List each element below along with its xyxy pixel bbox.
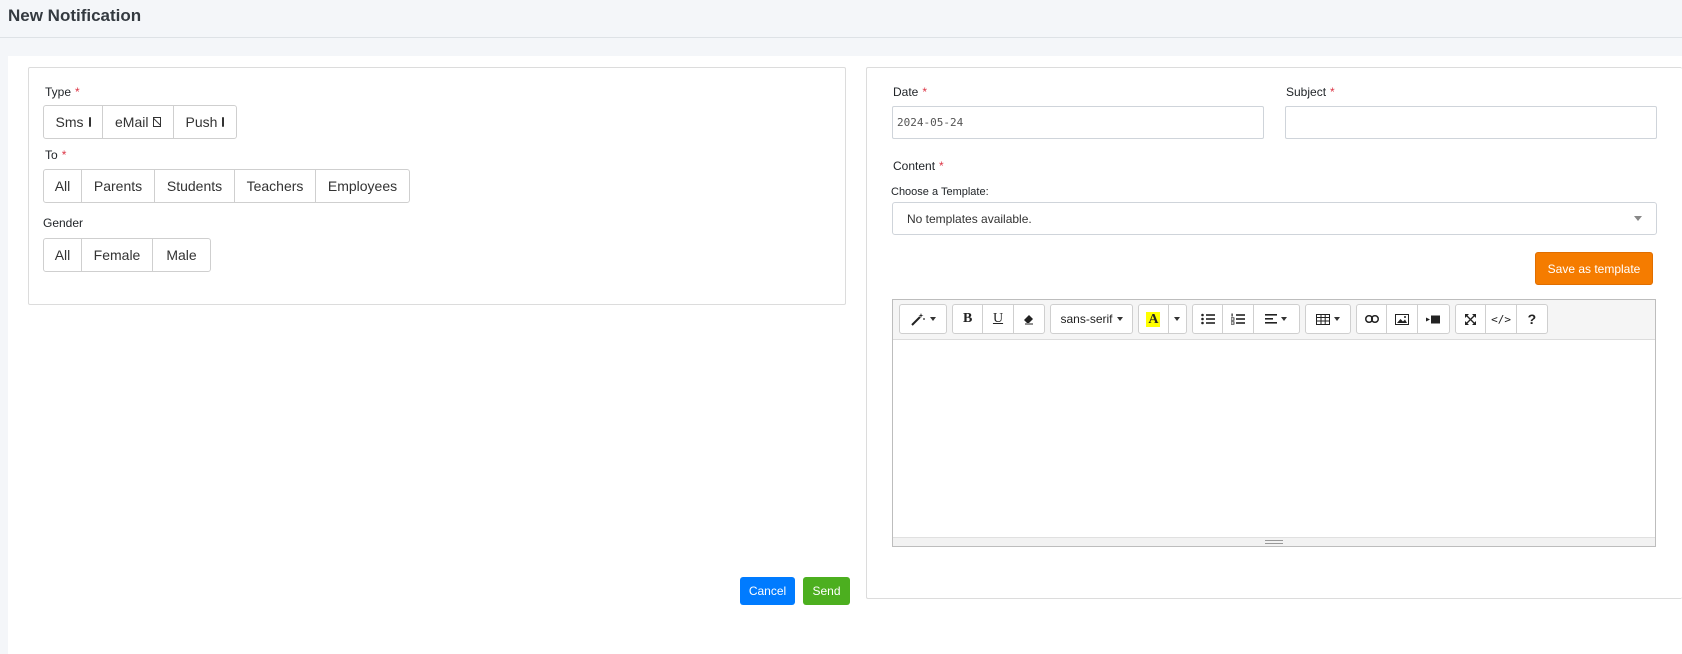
align-dropdown-button[interactable]	[1254, 305, 1299, 333]
to-label: To *	[45, 148, 66, 162]
chevron-down-icon	[1634, 216, 1642, 221]
subject-label-text: Subject	[1286, 85, 1327, 99]
insert-link-button[interactable]	[1357, 305, 1388, 333]
highlight-color-button[interactable]: A	[1139, 305, 1169, 333]
paragraph-group	[1192, 304, 1300, 334]
underline-button[interactable]: U	[983, 305, 1014, 333]
numbered-list-icon	[1231, 313, 1246, 325]
recipients-card: Type * Sms eMail Push To * All Parents Stu…	[28, 67, 846, 305]
eraser-button[interactable]	[1014, 305, 1044, 333]
align-left-icon	[1265, 314, 1278, 324]
type-selector: Sms eMail Push	[43, 105, 237, 139]
insert-group	[1356, 304, 1450, 334]
unordered-list-button[interactable]	[1193, 305, 1224, 333]
date-label-text: Date	[893, 85, 919, 99]
type-label: Type *	[45, 85, 80, 99]
envelope-icon	[153, 117, 161, 127]
code-view-button[interactable]: </>	[1486, 305, 1517, 333]
to-label-text: To	[45, 148, 58, 162]
content-label-text: Content	[893, 159, 936, 173]
link-icon	[1364, 315, 1379, 323]
type-email-button[interactable]: eMail	[103, 106, 174, 138]
type-sms-button[interactable]: Sms	[44, 106, 103, 138]
picture-icon	[1395, 313, 1410, 325]
date-label: Date *	[893, 85, 927, 99]
date-input[interactable]: 2024-05-24	[892, 106, 1264, 139]
type-label-text: Type	[45, 85, 72, 99]
bullet-list-icon	[1200, 313, 1215, 325]
type-sms-label: Sms	[55, 114, 84, 130]
magic-wand-icon	[911, 313, 925, 326]
cancel-button[interactable]: Cancel	[740, 577, 795, 605]
to-teachers-button[interactable]: Teachers	[235, 170, 316, 202]
font-family-group: sans-serif	[1050, 304, 1133, 334]
editor-toolbar: B U sans-serif A </> ?	[893, 300, 1655, 340]
required-mark: *	[61, 148, 67, 162]
to-students-button[interactable]: Students	[155, 170, 235, 202]
font-family-dropdown[interactable]: sans-serif	[1051, 305, 1132, 333]
highlight-a-icon: A	[1146, 311, 1161, 327]
gender-female-button[interactable]: Female	[82, 239, 153, 271]
mobile-icon	[222, 117, 225, 127]
caret-icon	[1174, 317, 1181, 321]
template-selected-value: No templates available.	[907, 211, 1032, 226]
page-header: New Notification	[0, 0, 1682, 38]
content-label: Content *	[893, 159, 944, 173]
to-parents-button[interactable]: Parents	[82, 170, 155, 202]
help-button[interactable]: ?	[1517, 305, 1547, 333]
bold-button[interactable]: B	[953, 305, 984, 333]
rich-text-editor: B U sans-serif A </> ?	[892, 299, 1656, 547]
font-family-value: sans-serif	[1060, 312, 1113, 326]
template-label: Choose a Template:	[891, 186, 989, 198]
view-group: </> ?	[1455, 304, 1548, 334]
gender-selector: All Female Male	[43, 238, 211, 272]
required-mark: *	[75, 85, 80, 99]
insert-picture-button[interactable]	[1387, 305, 1418, 333]
font-style-group: B U	[952, 304, 1045, 334]
subject-input[interactable]	[1285, 106, 1657, 139]
fullscreen-icon	[1465, 313, 1477, 325]
page-title: New Notification	[8, 6, 142, 25]
color-group: A	[1138, 304, 1187, 334]
template-select[interactable]: No templates available.	[892, 202, 1657, 235]
type-email-label: eMail	[115, 114, 149, 130]
type-push-button[interactable]: Push	[174, 106, 236, 138]
to-selector: All Parents Students Teachers Employees	[43, 169, 410, 203]
message-card: Date * 2024-05-24 Subject * Content * Choos…	[866, 67, 1682, 599]
type-push-label: Push	[185, 114, 218, 130]
save-as-template-button[interactable]: Save as template	[1535, 252, 1653, 285]
caret-icon	[1116, 317, 1123, 321]
gender-all-button[interactable]: All	[44, 239, 82, 271]
color-dropdown-button[interactable]	[1169, 305, 1186, 333]
magic-wand-button[interactable]	[900, 305, 946, 333]
table-icon	[1316, 313, 1330, 325]
to-employees-button[interactable]: Employees	[316, 170, 409, 202]
required-mark: *	[939, 159, 944, 173]
subject-label: Subject *	[1286, 85, 1335, 99]
required-mark: *	[922, 85, 928, 99]
main-area: Type * Sms eMail Push To * All Parents Stu…	[8, 56, 1682, 654]
ordered-list-button[interactable]	[1223, 305, 1254, 333]
caret-icon	[1334, 317, 1340, 321]
table-group	[1305, 304, 1351, 334]
mobile-icon	[88, 117, 91, 127]
required-mark: *	[1330, 85, 1335, 99]
send-button[interactable]: Send	[803, 577, 850, 605]
gender-male-button[interactable]: Male	[153, 239, 210, 271]
caret-icon	[1281, 317, 1288, 321]
resize-grip-icon	[1265, 540, 1283, 544]
video-icon	[1426, 315, 1441, 323]
gender-label: Gender	[43, 216, 84, 230]
editor-resize-handle[interactable]	[893, 537, 1655, 546]
editor-content-area[interactable]	[893, 340, 1655, 538]
style-group	[899, 304, 947, 334]
table-button[interactable]	[1306, 305, 1350, 333]
eraser-icon	[1023, 315, 1033, 325]
fullscreen-button[interactable]	[1456, 305, 1487, 333]
caret-icon	[930, 317, 936, 321]
to-all-button[interactable]: All	[44, 170, 82, 202]
insert-video-button[interactable]	[1418, 305, 1449, 333]
